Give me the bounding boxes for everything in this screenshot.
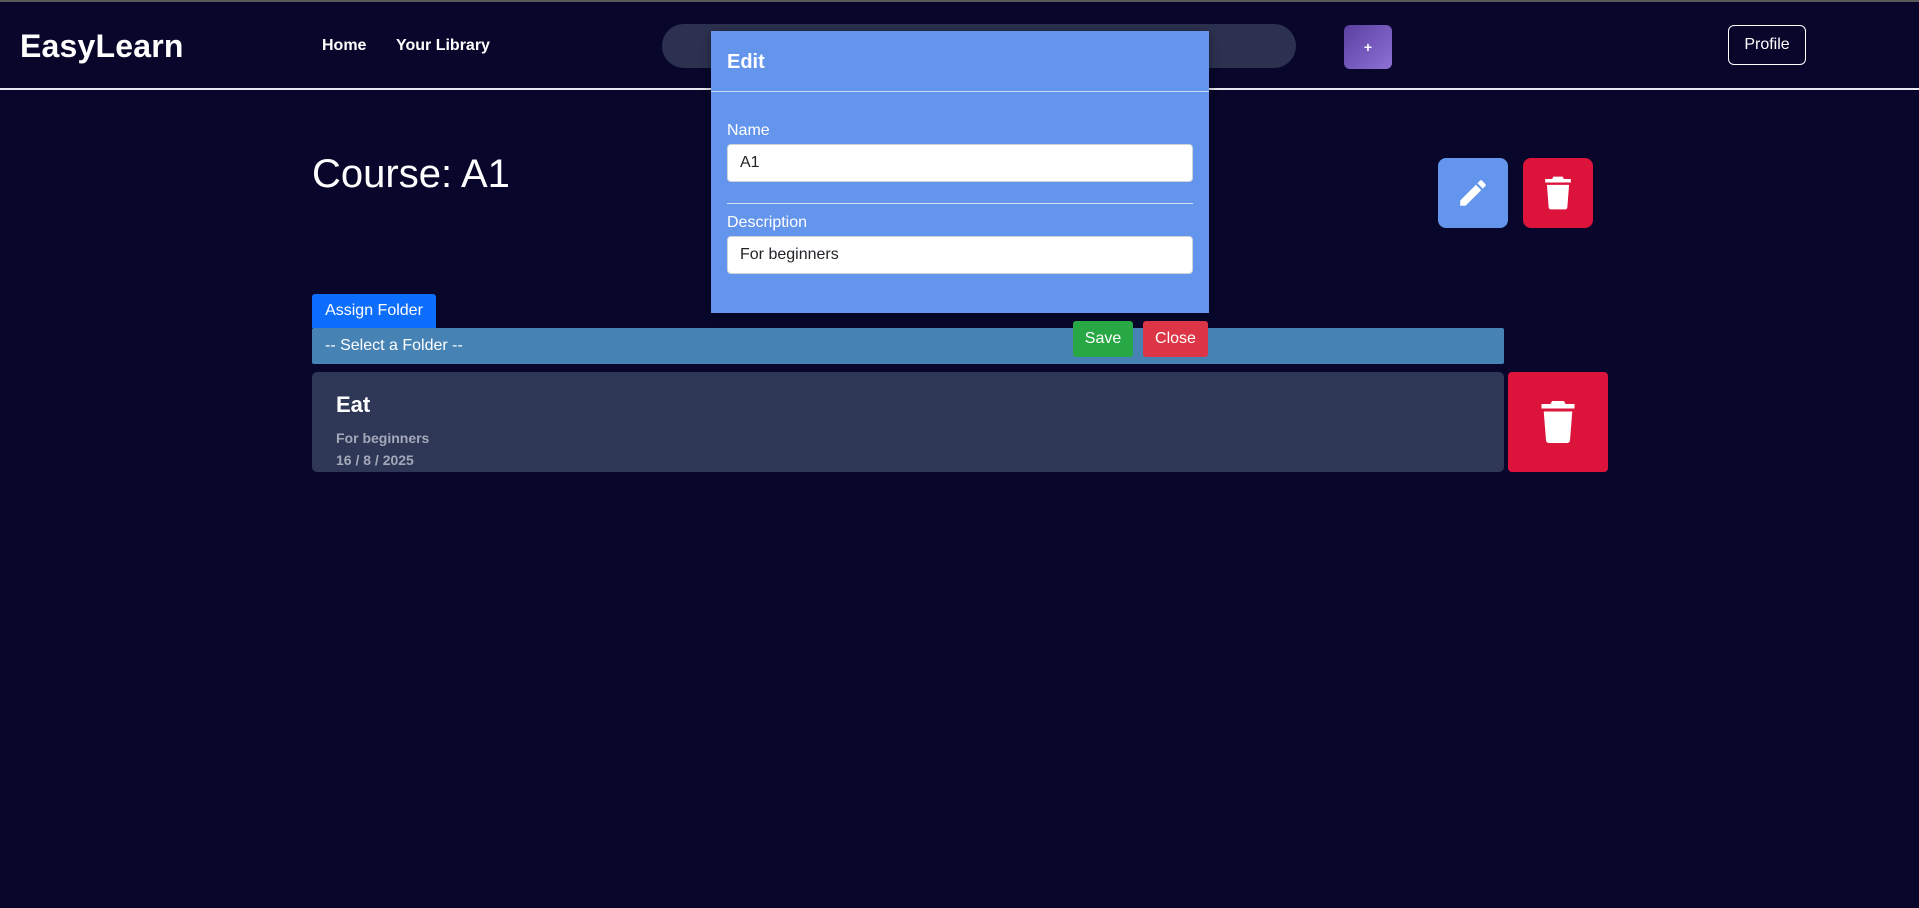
lesson-name: Eat bbox=[336, 392, 371, 417]
modal-divider bbox=[727, 203, 1193, 204]
edit-course-button[interactable] bbox=[1438, 158, 1508, 228]
pencil-icon bbox=[1460, 180, 1486, 206]
trash-icon bbox=[1541, 401, 1575, 444]
name-field[interactable] bbox=[727, 144, 1193, 182]
profile-button[interactable]: Profile bbox=[1728, 25, 1806, 65]
delete-lesson-button[interactable] bbox=[1508, 372, 1608, 472]
brand-logo[interactable]: EasyLearn bbox=[20, 28, 184, 65]
lesson-card[interactable]: Eat For beginners 16 / 8 / 2025 bbox=[312, 372, 1504, 472]
close-button[interactable]: Close bbox=[1143, 321, 1208, 357]
delete-course-button[interactable] bbox=[1523, 158, 1593, 228]
edit-modal: Edit Name Description bbox=[711, 31, 1209, 313]
save-button[interactable]: Save bbox=[1073, 321, 1133, 357]
modal-header: Edit bbox=[711, 31, 1209, 92]
description-label: Description bbox=[727, 214, 808, 231]
nav-library-link[interactable]: Your Library bbox=[396, 37, 490, 55]
trash-icon bbox=[1545, 176, 1571, 210]
add-button[interactable]: + bbox=[1344, 25, 1392, 69]
name-label: Name bbox=[727, 122, 770, 139]
lesson-description: For beginners bbox=[336, 430, 430, 446]
nav-home-link[interactable]: Home bbox=[322, 37, 366, 55]
folder-select[interactable]: -- Select a Folder -- bbox=[312, 328, 1504, 364]
description-field[interactable] bbox=[727, 236, 1193, 274]
page-title: Course: A1 bbox=[312, 152, 510, 196]
assign-folder-button[interactable]: Assign Folder bbox=[312, 294, 436, 328]
lesson-date: 16 / 8 / 2025 bbox=[336, 452, 414, 468]
modal-title: Edit bbox=[727, 51, 765, 73]
